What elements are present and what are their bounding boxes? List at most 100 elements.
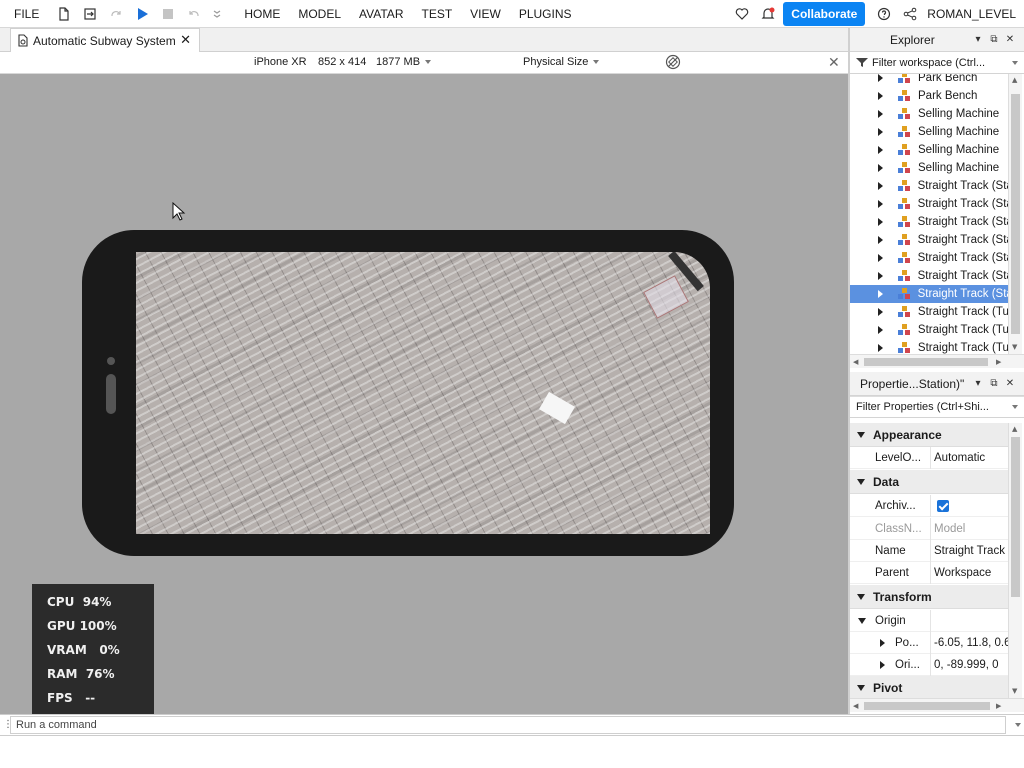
prop-name-row[interactable]: Name Straight Track bbox=[850, 539, 1008, 562]
notification-bell-icon[interactable] bbox=[760, 6, 776, 22]
command-input[interactable]: Run a command bbox=[10, 716, 1006, 734]
explorer-vscrollbar[interactable]: ▲ ▼ bbox=[1008, 74, 1022, 354]
scroll-up-icon[interactable]: ▲ bbox=[1012, 76, 1017, 84]
scroll-thumb[interactable] bbox=[864, 702, 990, 710]
scroll-thumb[interactable] bbox=[1011, 94, 1020, 334]
tree-item[interactable]: Park Bench bbox=[850, 87, 1008, 105]
tree-item[interactable]: Straight Track (Tu bbox=[850, 303, 1008, 321]
scroll-thumb[interactable] bbox=[864, 358, 988, 366]
collapse-triangle-icon[interactable] bbox=[857, 431, 865, 438]
explorer-menu-chevron-icon[interactable]: ▾ bbox=[970, 34, 986, 45]
close-tab-icon[interactable]: ✕ bbox=[180, 33, 191, 48]
tree-item[interactable]: Straight Track (Tu bbox=[850, 339, 1008, 354]
expand-arrow-icon[interactable] bbox=[878, 110, 886, 118]
menu-home[interactable]: HOME bbox=[235, 7, 289, 21]
device-memory-select[interactable]: 1877 MB bbox=[376, 56, 432, 68]
menu-model[interactable]: MODEL bbox=[289, 7, 350, 21]
tree-item[interactable]: Straight Track (Sta bbox=[850, 285, 1008, 303]
chevron-down-icon[interactable] bbox=[1012, 405, 1018, 409]
explorer-filter-input[interactable]: Filter workspace (Ctrl... bbox=[872, 57, 1007, 69]
tree-item[interactable]: Straight Track (Sta bbox=[850, 231, 1008, 249]
more-tools-icon[interactable] bbox=[209, 6, 225, 22]
prop-parent[interactable]: Parent Workspace bbox=[850, 561, 1008, 584]
expand-arrow-icon[interactable] bbox=[878, 182, 886, 190]
expand-arrow-icon[interactable] bbox=[878, 272, 886, 280]
tree-item[interactable]: Straight Track (Sta bbox=[850, 195, 1008, 213]
expand-arrow-icon[interactable] bbox=[878, 146, 886, 154]
menu-view[interactable]: VIEW bbox=[461, 7, 510, 21]
expand-arrow-icon[interactable] bbox=[878, 254, 886, 262]
menu-avatar[interactable]: AVATAR bbox=[350, 7, 412, 21]
device-name[interactable]: iPhone XR bbox=[254, 56, 307, 68]
filter-icon[interactable] bbox=[856, 57, 868, 68]
section-appearance[interactable]: Appearance bbox=[850, 423, 1008, 447]
collapse-triangle-icon[interactable] bbox=[857, 593, 865, 600]
properties-menu-chevron-icon[interactable]: ▾ bbox=[970, 378, 986, 389]
user-name[interactable]: ROMAN_LEVEL bbox=[923, 7, 1024, 21]
rotate-device-icon[interactable] bbox=[665, 54, 681, 73]
menu-file[interactable]: FILE bbox=[8, 7, 45, 21]
size-mode-select[interactable]: Physical Size bbox=[523, 56, 600, 68]
properties-close-icon[interactable]: ✕ bbox=[1002, 378, 1018, 389]
scroll-down-icon[interactable]: ▼ bbox=[1012, 687, 1017, 695]
scroll-left-icon[interactable]: ◀ bbox=[853, 702, 858, 710]
tree-item[interactable]: Selling Machine bbox=[850, 159, 1008, 177]
expand-triangle-icon[interactable] bbox=[880, 639, 885, 647]
properties-hscrollbar[interactable]: ◀ ▶ bbox=[850, 698, 1024, 712]
scroll-up-icon[interactable]: ▲ bbox=[1012, 425, 1017, 433]
expand-arrow-icon[interactable] bbox=[878, 290, 886, 298]
tree-item[interactable]: Selling Machine bbox=[850, 123, 1008, 141]
collapse-triangle-icon[interactable] bbox=[857, 684, 865, 691]
expand-triangle-icon[interactable] bbox=[880, 661, 885, 669]
expand-arrow-icon[interactable] bbox=[878, 74, 886, 82]
properties-vscrollbar[interactable]: ▲ ▼ bbox=[1008, 423, 1022, 698]
expand-arrow-icon[interactable] bbox=[878, 344, 886, 352]
expand-arrow-icon[interactable] bbox=[878, 164, 886, 172]
prop-value[interactable]: 0, -89.999, 0 bbox=[930, 653, 1008, 676]
explorer-close-icon[interactable]: ✕ bbox=[1002, 34, 1018, 45]
prop-value[interactable]: Straight Track bbox=[930, 539, 1008, 562]
scroll-left-icon[interactable]: ◀ bbox=[853, 358, 858, 366]
tree-item[interactable]: Selling Machine bbox=[850, 141, 1008, 159]
scroll-down-icon[interactable]: ▼ bbox=[1012, 343, 1017, 351]
tab-automatic-subway-system[interactable]: Automatic Subway System ✕ bbox=[10, 28, 200, 52]
tree-item[interactable]: Park Bench bbox=[850, 74, 1008, 87]
section-transform[interactable]: Transform bbox=[850, 585, 1008, 609]
prop-value[interactable]: Automatic bbox=[930, 446, 1008, 469]
tree-item[interactable]: Straight Track (Sta bbox=[850, 249, 1008, 267]
undo-icon[interactable] bbox=[186, 6, 202, 22]
collapse-triangle-icon[interactable] bbox=[857, 478, 865, 485]
explorer-popout-icon[interactable]: ⧉ bbox=[986, 34, 1002, 45]
properties-filter-input[interactable]: Filter Properties (Ctrl+Shi... bbox=[856, 401, 1007, 413]
help-icon[interactable] bbox=[876, 6, 892, 22]
menu-test[interactable]: TEST bbox=[412, 7, 461, 21]
import-icon[interactable] bbox=[82, 6, 98, 22]
tree-item[interactable]: Straight Track (Tu bbox=[850, 321, 1008, 339]
scroll-right-icon[interactable]: ▶ bbox=[996, 358, 1001, 366]
prop-origin[interactable]: Origin bbox=[850, 609, 1008, 632]
expand-arrow-icon[interactable] bbox=[878, 218, 886, 226]
heart-icon[interactable] bbox=[734, 6, 750, 22]
tree-item[interactable]: Straight Track (Sta bbox=[850, 267, 1008, 285]
play-icon[interactable] bbox=[134, 6, 150, 22]
close-emulator-icon[interactable]: ✕ bbox=[828, 54, 840, 71]
device-screen[interactable] bbox=[136, 252, 710, 534]
prop-position[interactable]: Po... -6.05, 11.8, 0.6 bbox=[850, 631, 1008, 654]
tree-item[interactable]: Straight Track (Sta bbox=[850, 213, 1008, 231]
scroll-right-icon[interactable]: ▶ bbox=[996, 702, 1001, 710]
expand-arrow-icon[interactable] bbox=[878, 236, 886, 244]
expand-triangle-icon[interactable] bbox=[858, 618, 866, 624]
properties-filter[interactable]: Filter Properties (Ctrl+Shi... bbox=[850, 396, 1024, 418]
redo-icon[interactable] bbox=[108, 6, 124, 22]
collaborate-button[interactable]: Collaborate bbox=[783, 1, 866, 26]
tree-item[interactable]: Straight Track (Sta bbox=[850, 177, 1008, 195]
prop-value[interactable]: -6.05, 11.8, 0.6 bbox=[930, 631, 1008, 654]
stop-icon[interactable] bbox=[160, 6, 176, 22]
section-data[interactable]: Data bbox=[850, 470, 1008, 494]
prop-value[interactable]: Workspace bbox=[930, 561, 1008, 584]
new-file-icon[interactable] bbox=[56, 6, 72, 22]
explorer-filter[interactable]: Filter workspace (Ctrl... bbox=[850, 52, 1024, 74]
expand-arrow-icon[interactable] bbox=[878, 326, 886, 334]
tree-item[interactable]: Selling Machine bbox=[850, 105, 1008, 123]
prop-archivable[interactable]: Archiv... bbox=[850, 494, 1008, 517]
